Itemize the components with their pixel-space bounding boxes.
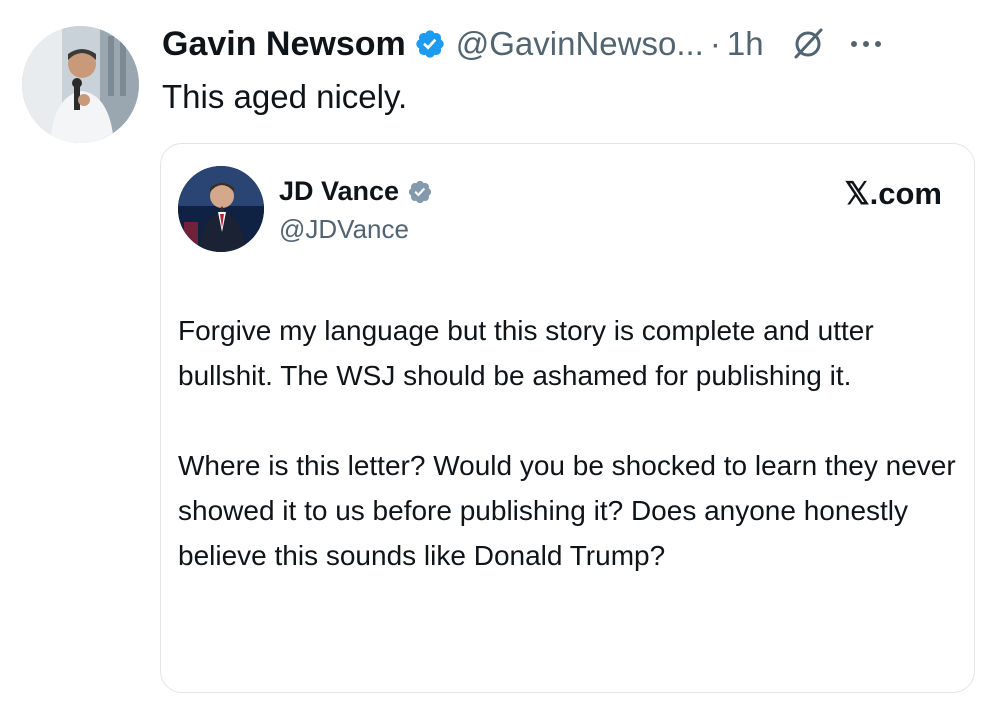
avatar-photo-icon [22,26,139,143]
author-handle[interactable]: @GavinNewso... [456,25,704,63]
author-avatar[interactable] [22,26,139,143]
quoted-author-avatar[interactable] [178,166,264,252]
quoted-author-handle[interactable]: @JDVance [279,214,409,245]
verified-badge-icon [414,28,446,60]
grok-icon[interactable] [790,26,826,62]
quoted-paragraph: Forgive my language but this story is co… [178,315,874,391]
government-verified-badge-icon [407,179,433,205]
separator-dot: · [709,25,721,62]
author-name[interactable]: Gavin Newsom [162,25,406,64]
tweet-text: This aged nicely. [162,78,408,115]
avatar-photo-icon [178,166,264,252]
quoted-author-name[interactable]: JD Vance [279,176,399,207]
quoted-tweet-body: Forgive my language but this story is co… [178,308,958,578]
quoted-paragraph: Where is this letter? Would you be shock… [178,450,956,571]
x-source-label: 𝕏.com [844,176,942,211]
tweet-header: Gavin Newsom @GavinNewso... · 1h [162,22,982,66]
tweet-timestamp[interactable]: 1h [727,25,764,63]
quoted-author-row: JD Vance [279,176,433,207]
quoted-tweet-card[interactable]: JD Vance @JDVance 𝕏.com Forgive my langu… [160,143,975,693]
more-options-icon[interactable] [848,26,884,62]
